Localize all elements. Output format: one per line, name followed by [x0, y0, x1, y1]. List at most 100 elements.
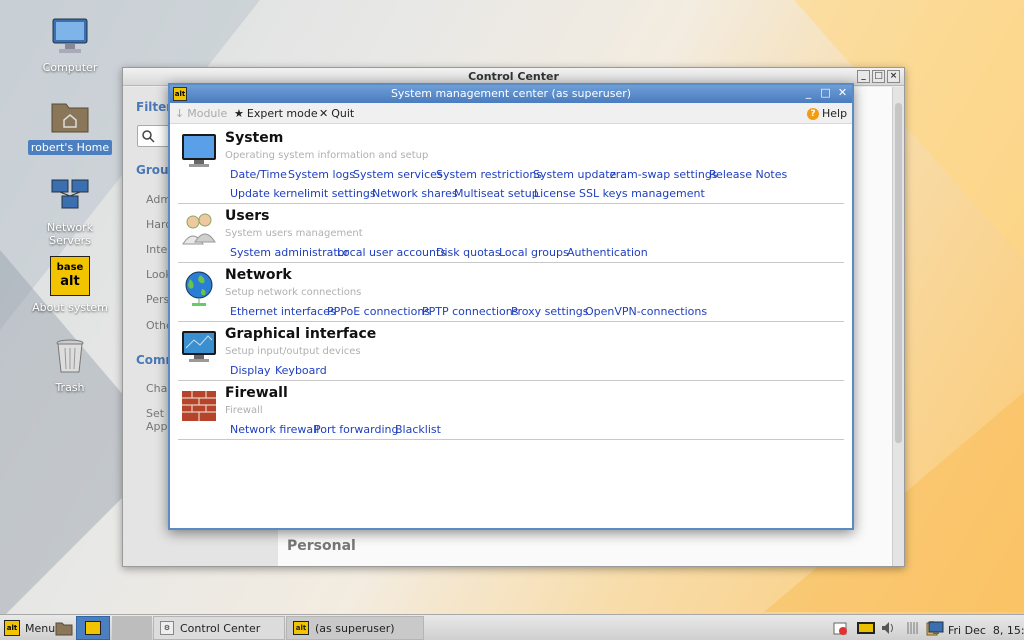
logo-text: base — [56, 262, 84, 273]
link-network-firewall[interactable]: Network firewall — [230, 423, 319, 436]
expert-mode-button[interactable]: ★ Expert mode — [234, 107, 318, 120]
desktop-icon-computer[interactable]: Computer — [22, 16, 118, 75]
clock[interactable]: Fri Dec 8, 15:36 — [948, 620, 1024, 640]
help-button[interactable]: ? Help — [807, 107, 847, 120]
link-keyboard[interactable]: Keyboard — [275, 364, 327, 377]
search-icon — [142, 130, 155, 143]
link-pppoe-connections[interactable]: PPPoE connections — [327, 305, 430, 318]
maximize-button[interactable]: □ — [872, 70, 885, 83]
desktop-icon-about-system[interactable]: base alt About system — [22, 256, 118, 315]
menu-label: Menu — [25, 621, 56, 635]
file-manager-launcher[interactable] — [55, 618, 73, 638]
task-label: Control Center — [180, 621, 261, 635]
help-icon: ? — [807, 107, 819, 120]
link-blacklist[interactable]: Blacklist — [395, 423, 441, 436]
desktop-icon-network-servers[interactable]: Network Servers — [22, 176, 118, 248]
desktop-icon-label: Computer — [42, 61, 98, 74]
window-title: System management center (as superuser) — [390, 87, 632, 100]
link-system-services[interactable]: System services — [353, 168, 443, 181]
link-date-time[interactable]: Date/Time — [230, 168, 287, 181]
link-license[interactable]: License — [534, 187, 575, 200]
workspace-icon — [85, 621, 101, 635]
logo-text: alt — [60, 274, 80, 289]
filter-heading: Filter — [136, 100, 173, 114]
link-port-forwarding[interactable]: Port forwarding — [314, 423, 399, 436]
section-system: System Operating system information and … — [178, 126, 844, 204]
link-release-notes[interactable]: Release Notes — [709, 168, 787, 181]
task-system-management[interactable]: alt (as superuser) — [286, 616, 424, 640]
brick-wall-icon — [180, 387, 218, 425]
app-icon: alt — [173, 87, 187, 101]
basealt-logo-icon: base alt — [50, 256, 90, 296]
section-label: Personal — [287, 538, 356, 554]
link-disk-quotas[interactable]: Disk quotas — [436, 246, 501, 259]
quit-button[interactable]: ✕ Quit — [319, 107, 354, 120]
maximize-button[interactable]: □ — [819, 87, 832, 100]
link-limit-settings[interactable]: limit settings — [304, 187, 376, 200]
window-titlebar[interactable]: alt System management center (as superus… — [170, 85, 852, 103]
volume-icon[interactable] — [880, 620, 896, 636]
link-proxy-settings[interactable]: Proxy settings — [511, 305, 589, 318]
section-title: Firewall — [225, 385, 288, 401]
menu-button[interactable]: alt Menu — [4, 618, 55, 638]
desktop-icon-label: Trash — [55, 381, 85, 394]
section-network: Network Setup network connections Ethern… — [178, 263, 844, 322]
link-display[interactable]: Display — [230, 364, 271, 377]
expert-mode-label: Expert mode — [246, 107, 318, 120]
display-settings-icon[interactable] — [928, 620, 944, 636]
link-system-restrictions[interactable]: System restrictions — [436, 168, 542, 181]
scrollbar-thumb[interactable] — [895, 103, 902, 443]
computer-icon — [50, 16, 90, 56]
link-system-administrator[interactable]: System administrator — [230, 246, 349, 259]
taskbar: alt Menu ⚙ Control Center alt (as superu… — [0, 614, 1024, 640]
section-title: Network — [225, 267, 292, 283]
link-network-shares[interactable]: Network shares — [372, 187, 458, 200]
monitor-icon — [180, 132, 218, 170]
link-pptp-connections[interactable]: PPTP connections — [422, 305, 518, 318]
section-subtitle: Operating system information and setup — [225, 150, 429, 161]
keyboard-layout-icon[interactable] — [904, 620, 920, 636]
section-title: System — [225, 130, 284, 146]
link-zram-swap-settings[interactable]: zram-swap settings — [610, 168, 718, 181]
quit-label: Quit — [331, 107, 355, 120]
home-folder-icon — [50, 96, 90, 136]
link-ssl-keys-management[interactable]: SSL keys management — [579, 187, 705, 200]
module-button[interactable]: ↓ Module — [175, 107, 227, 120]
link-system-logs[interactable]: System logs — [288, 168, 355, 181]
link-ethernet-interfaces[interactable]: Ethernet interfaces — [230, 305, 336, 318]
globe-icon — [180, 269, 218, 307]
link-openvpn-connections[interactable]: OpenVPN-connections — [585, 305, 707, 318]
desktop-icon-label: Network Servers — [47, 221, 93, 247]
minimize-button[interactable]: _ — [802, 87, 815, 100]
desktop-icon-trash[interactable]: Trash — [22, 336, 118, 395]
network-status-icon[interactable] — [856, 620, 876, 636]
link-authentication[interactable]: Authentication — [567, 246, 648, 259]
workspace-switcher[interactable] — [76, 616, 110, 640]
link-multiseat-setup[interactable]: Multiseat setup — [454, 187, 539, 200]
minimize-button[interactable]: _ — [857, 70, 870, 83]
link-local-groups[interactable]: Local groups — [499, 246, 569, 259]
section-subtitle: Setup input/output devices — [225, 346, 361, 357]
link-system-update[interactable]: System update — [533, 168, 616, 181]
section-users: Users System users management System adm… — [178, 204, 844, 263]
close-button[interactable]: ✕ — [836, 87, 849, 100]
desktop-icon-label: About system — [32, 301, 108, 314]
clock-label: Fri Dec 8, 15:36 — [948, 623, 1024, 637]
folder-icon — [55, 622, 73, 636]
section-subtitle: Firewall — [225, 405, 263, 416]
command-item[interactable]: Appl — [146, 420, 171, 433]
workspace-2[interactable] — [112, 616, 152, 640]
section-title: Graphical interface — [225, 326, 377, 342]
link-local-user-accounts[interactable]: Local user accounts — [337, 246, 446, 259]
close-button[interactable]: × — [887, 70, 900, 83]
trash-icon — [50, 336, 90, 376]
task-control-center[interactable]: ⚙ Control Center — [153, 616, 285, 640]
link-update-kernel[interactable]: Update kernel — [230, 187, 307, 200]
scrollbar[interactable] — [892, 87, 904, 566]
section-subtitle: System users management — [225, 228, 363, 239]
network-servers-icon — [50, 176, 90, 216]
window-icon: ⚙ — [160, 621, 174, 635]
desktop-icon-home[interactable]: robert's Home — [22, 96, 118, 155]
system-management-window: alt System management center (as superus… — [168, 83, 854, 530]
update-icon[interactable] — [832, 620, 848, 636]
